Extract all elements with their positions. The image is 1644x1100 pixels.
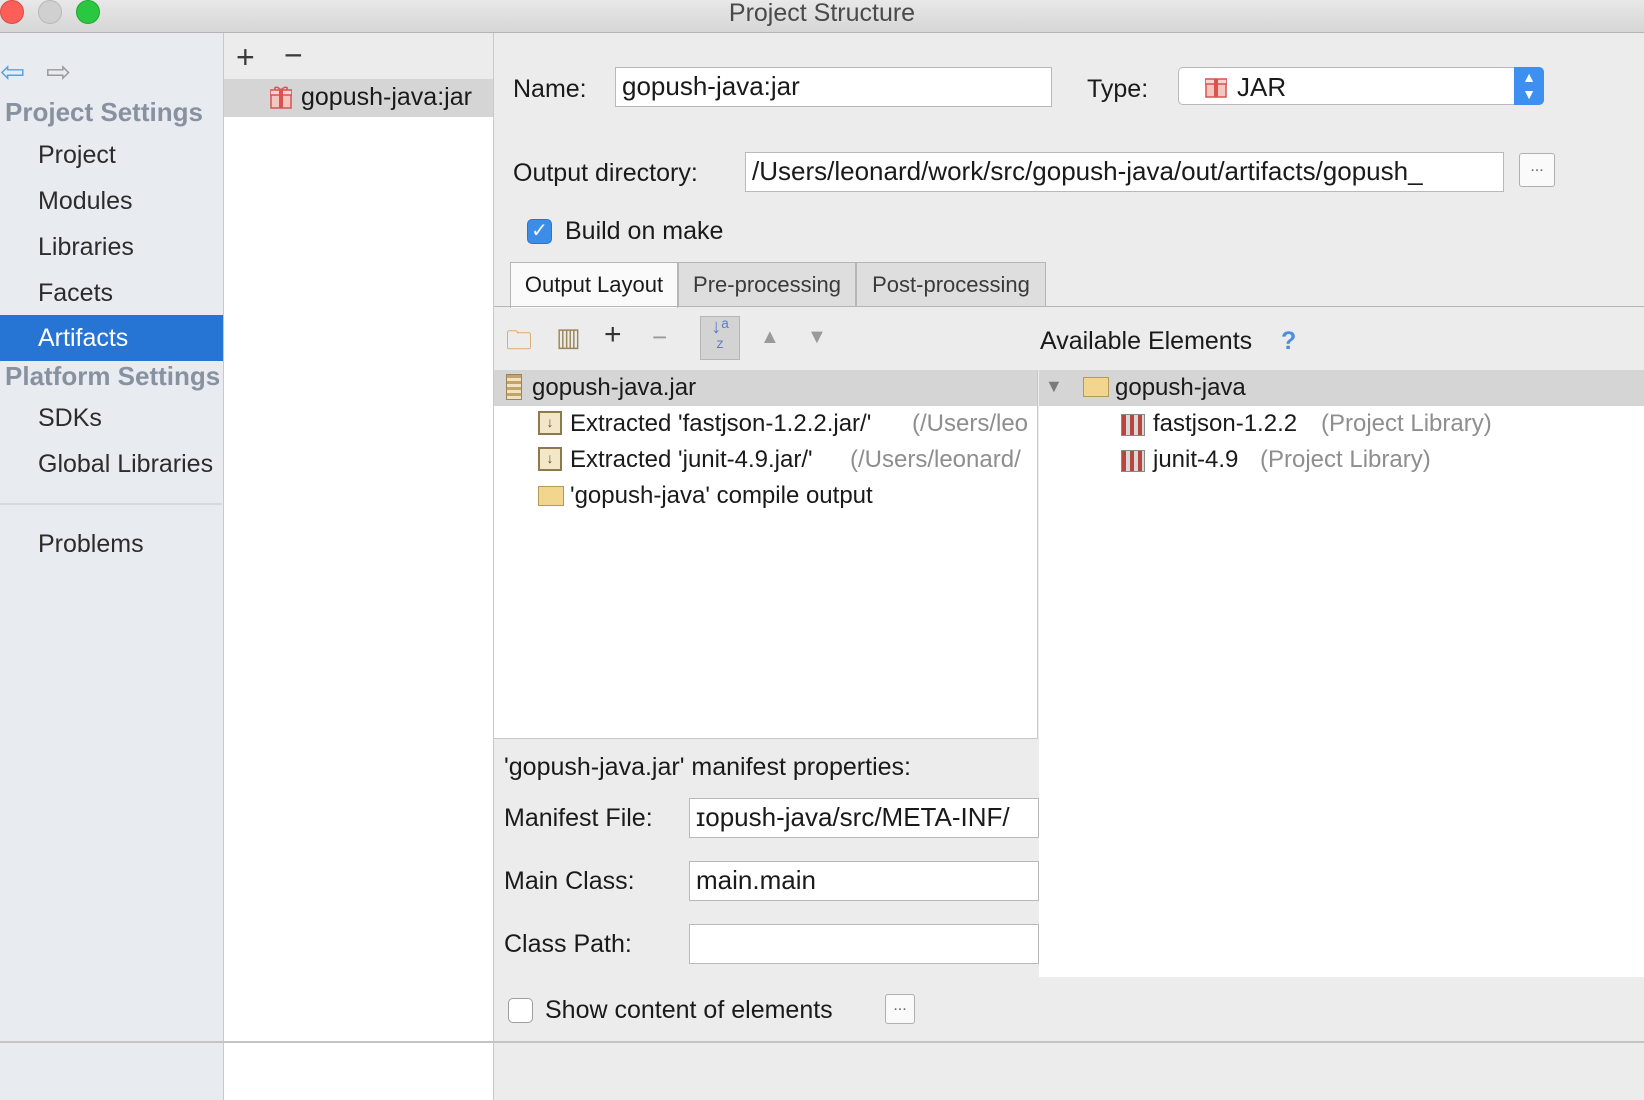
- artifact-list-panel: + − gopush-java:jar: [224, 33, 494, 1100]
- sidebar-item-facets[interactable]: Facets: [0, 270, 223, 316]
- library-name: fastjson-1.2.2: [1153, 410, 1298, 437]
- tree-root-label: gopush-java.jar: [532, 374, 697, 401]
- create-archive-icon[interactable]: ▥: [556, 322, 581, 353]
- library-icon: [1121, 450, 1145, 472]
- tree-root-row[interactable]: gopush-java.jar: [494, 370, 1037, 406]
- create-directory-icon[interactable]: 🗀: [506, 322, 532, 366]
- artifact-editor: Name: gopush-java:jar Type: JAR ▲ ▼ Outpu…: [494, 33, 1644, 1100]
- tree-item-label: Extracted 'fastjson-1.2.2.jar/': [570, 410, 872, 437]
- available-elements-tree: ▼ gopush-java fastjson-1.2.2 (Project Li…: [1039, 370, 1644, 977]
- show-content-checkbox[interactable]: [508, 998, 533, 1023]
- platform-settings-header: Platform Settings: [5, 361, 221, 391]
- sidebar-item-modules[interactable]: Modules: [0, 178, 223, 224]
- main-class-field[interactable]: main.main: [689, 861, 1039, 901]
- move-up-icon[interactable]: ▲: [760, 326, 780, 349]
- sidebar-item-sdks[interactable]: SDKs: [0, 395, 223, 441]
- artifact-list-toolbar: + −: [224, 33, 493, 79]
- window-bottom-divider: [0, 1041, 1644, 1043]
- name-label: Name:: [513, 75, 587, 103]
- remove-element-icon[interactable]: −: [652, 322, 667, 353]
- library-icon: [1121, 414, 1145, 436]
- add-artifact-button[interactable]: +: [236, 39, 255, 76]
- build-on-make-label: Build on make: [565, 217, 724, 245]
- module-label: gopush-java: [1115, 374, 1246, 401]
- manifest-file-field[interactable]: ɪopush-java/src/META-INF/: [689, 798, 1039, 838]
- sidebar-divider: [0, 503, 222, 505]
- move-down-icon[interactable]: ▼: [807, 326, 827, 349]
- main-class-label: Main Class:: [504, 867, 635, 895]
- output-layout-tree: gopush-java.jar ↓ Extracted 'fastjson-1.…: [494, 370, 1038, 738]
- help-icon[interactable]: ?: [1281, 327, 1296, 356]
- browse-output-directory-button[interactable]: ...: [1519, 153, 1555, 187]
- add-element-icon[interactable]: +: [604, 318, 622, 352]
- window-title: Project Structure: [728, 0, 916, 27]
- tree-item-label: Extracted 'junit-4.9.jar/': [570, 446, 813, 473]
- tree-item-path: (/Users/leo: [912, 410, 1029, 437]
- type-label: Type:: [1087, 75, 1149, 103]
- artifact-name: gopush-java:jar: [301, 83, 472, 111]
- extracted-archive-icon: ↓: [538, 411, 562, 435]
- sort-alphabetically-icon[interactable]: ↓ᵃ ᶻ: [700, 316, 740, 360]
- module-row[interactable]: ▼ gopush-java: [1039, 370, 1644, 406]
- tab-pre-processing[interactable]: Pre-processing: [678, 262, 856, 307]
- back-arrow-icon[interactable]: ⇦: [0, 55, 25, 90]
- tab-divider: [494, 306, 1644, 307]
- type-select-value: JAR: [1237, 72, 1287, 102]
- output-layout-toolbar: 🗀 ▥ + − ↓ᵃ ᶻ ▲ ▼ Available Elements ?: [494, 314, 1644, 370]
- expand-triangle-icon[interactable]: ▼: [1045, 376, 1063, 397]
- type-select[interactable]: JAR ▲ ▼: [1178, 67, 1544, 105]
- chevron-updown-icon[interactable]: ▲ ▼: [1514, 67, 1544, 105]
- jar-gift-icon: [1205, 78, 1227, 98]
- library-kind: (Project Library): [1260, 446, 1431, 473]
- manifest-file-label: Manifest File:: [504, 804, 653, 832]
- library-kind: (Project Library): [1321, 410, 1492, 437]
- available-elements-label: Available Elements: [1040, 327, 1253, 355]
- class-path-label: Class Path:: [504, 930, 632, 958]
- folder-icon: [538, 486, 564, 506]
- tree-item-path: (/Users/leonard/: [850, 446, 1021, 473]
- remove-artifact-button[interactable]: −: [284, 37, 303, 74]
- sidebar-item-global-libraries[interactable]: Global Libraries: [0, 441, 223, 487]
- output-directory-field[interactable]: /Users/leonard/work/src/gopush-java/out/…: [745, 152, 1504, 192]
- settings-sidebar: ⇦ ⇨ Project Settings Project Modules Lib…: [0, 33, 224, 1100]
- sidebar-item-libraries[interactable]: Libraries: [0, 224, 223, 270]
- library-name: junit-4.9: [1153, 446, 1239, 473]
- artifact-list-item[interactable]: gopush-java:jar: [224, 79, 493, 117]
- jar-archive-icon: [506, 374, 522, 400]
- tab-post-processing[interactable]: Post-processing: [856, 262, 1046, 307]
- project-settings-header: Project Settings: [5, 97, 203, 127]
- title-bar: Project Structure: [0, 0, 1644, 33]
- module-folder-icon: [1083, 377, 1109, 397]
- extracted-archive-icon: ↓: [538, 447, 562, 471]
- sidebar-item-project[interactable]: Project: [0, 132, 223, 178]
- sidebar-item-problems[interactable]: Problems: [0, 521, 223, 567]
- build-on-make-checkbox[interactable]: ✓: [527, 219, 552, 244]
- output-directory-label: Output directory:: [513, 159, 698, 187]
- class-path-field[interactable]: [689, 924, 1039, 964]
- manifest-title: 'gopush-java.jar' manifest properties:: [504, 753, 911, 781]
- forward-arrow-icon[interactable]: ⇨: [46, 55, 71, 90]
- show-content-options-button[interactable]: ...: [885, 994, 915, 1024]
- jar-gift-icon: [270, 86, 292, 109]
- name-field[interactable]: gopush-java:jar: [615, 67, 1052, 107]
- sidebar-item-artifacts[interactable]: Artifacts: [0, 315, 223, 361]
- tree-item-label: 'gopush-java' compile output: [570, 482, 873, 509]
- show-content-label: Show content of elements: [545, 996, 833, 1024]
- tab-output-layout[interactable]: Output Layout: [510, 262, 678, 308]
- manifest-properties-panel: 'gopush-java.jar' manifest properties: M…: [494, 738, 1039, 978]
